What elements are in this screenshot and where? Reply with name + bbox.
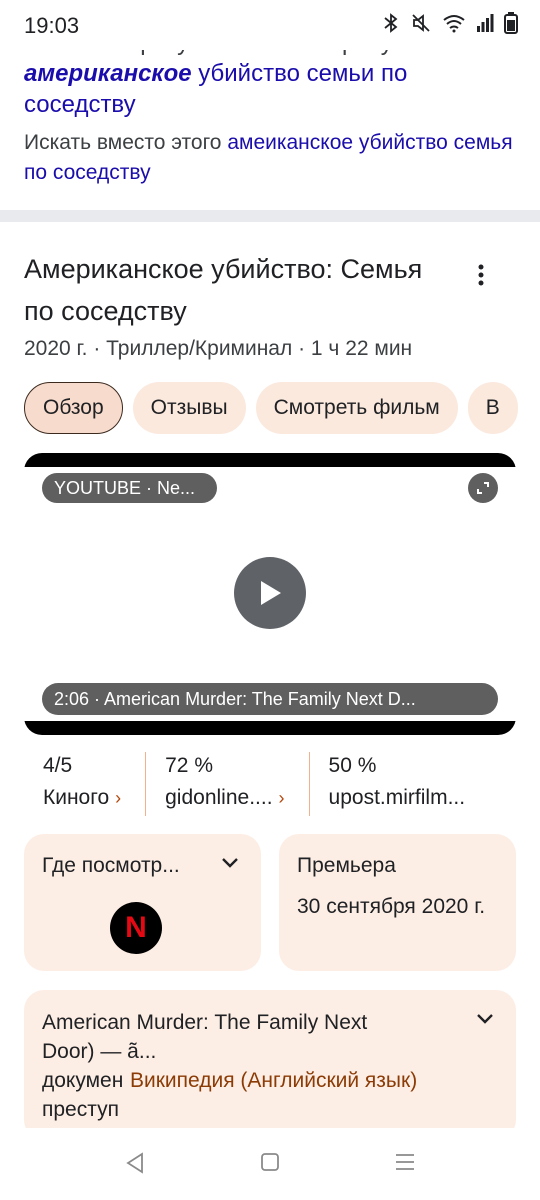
where-to-watch-title: Где посмотр...: [42, 854, 180, 877]
rating-score: 4/5: [43, 754, 73, 777]
recents-icon[interactable]: [395, 1152, 415, 1177]
expand-icon[interactable]: [468, 473, 498, 503]
premiere-date: 30 сентября 2020 г.: [297, 895, 486, 918]
chevron-down-icon[interactable]: [476, 1012, 494, 1030]
play-icon[interactable]: [234, 557, 306, 629]
ratings-row: 4/5 Киного › 72 % gidonline.... › 50 % upo…: [24, 752, 540, 816]
video-caption: 2:06 · American Murder: The Family Next …: [42, 683, 498, 715]
back-icon[interactable]: [125, 1152, 145, 1179]
rating-upost[interactable]: 50 % upost.mirfilm...: [308, 752, 490, 816]
rating-source: Киного ›: [43, 786, 122, 809]
tab-overview[interactable]: Обзор: [24, 382, 123, 434]
bluetooth-icon: [382, 12, 400, 34]
rating-source: upost.mirfilm...: [328, 786, 466, 809]
video-player[interactable]: YOUTUBE · Ne... 2:06 · American Murder: …: [24, 453, 516, 735]
system-nav-bar: [0, 1128, 540, 1200]
more-vert-icon[interactable]: [470, 262, 492, 293]
description-line: преступ: [42, 1098, 119, 1121]
tab-more[interactable]: В: [467, 382, 518, 434]
rating-kinogo[interactable]: 4/5 Киного ›: [24, 752, 145, 816]
search-instead: Искать вместо этого амеиканское убийство…: [24, 128, 514, 188]
chevron-down-icon[interactable]: [221, 856, 239, 874]
status-icons: [382, 12, 518, 34]
signal-icon: [476, 14, 494, 32]
description-line: American Murder: The Family Next: [42, 1011, 368, 1034]
mute-icon: [410, 12, 432, 34]
rating-gidonline[interactable]: 72 % gidonline.... ›: [145, 752, 308, 816]
spelling-correction: Показаны результаты по запросу американс…: [24, 28, 514, 188]
battery-icon: [504, 12, 518, 34]
movie-title: Американское убийство: Семья по соседств…: [24, 254, 423, 326]
premiere-title: Премьера: [297, 854, 396, 877]
search-instead-label: Искать вместо этого: [24, 131, 228, 154]
video-source-badge: YOUTUBE · Ne...: [42, 473, 217, 503]
where-to-watch-card[interactable]: Где посмотр... N: [24, 834, 261, 971]
wikipedia-link[interactable]: Википедия (Английский язык): [130, 1066, 430, 1095]
section-divider: [0, 210, 540, 222]
chevron-right-icon: ›: [115, 788, 122, 808]
description-line: Door) — ã...: [42, 1040, 157, 1063]
corrected-query-bold: американское: [24, 60, 192, 87]
netflix-logo[interactable]: N: [110, 902, 162, 954]
home-icon[interactable]: [260, 1152, 280, 1177]
video-letterbox-bottom: [24, 721, 516, 735]
description-card[interactable]: American Murder: The Family Next Door) —…: [24, 990, 516, 1140]
status-bar: 19:03: [0, 0, 540, 50]
chevron-right-icon: ›: [278, 788, 285, 808]
rating-source: gidonline.... ›: [165, 786, 285, 809]
rating-score: 50 %: [328, 754, 377, 777]
premiere-card: Премьера 30 сентября 2020 г.: [279, 834, 516, 971]
movie-meta: 2020 г. · Триллер/Криминал · 1 ч 22 мин: [24, 337, 413, 360]
wifi-icon: [442, 13, 466, 33]
rating-score: 72 %: [165, 754, 213, 777]
status-time: 19:03: [24, 13, 80, 38]
tab-chips: Обзор Отзывы Смотреть фильм В: [24, 382, 518, 434]
tab-watch-movie[interactable]: Смотреть фильм: [255, 382, 458, 434]
corrected-query-link[interactable]: американское убийство семьи по соседству: [24, 58, 514, 120]
video-letterbox-top: [24, 453, 516, 467]
tab-reviews[interactable]: Отзывы: [132, 382, 246, 434]
